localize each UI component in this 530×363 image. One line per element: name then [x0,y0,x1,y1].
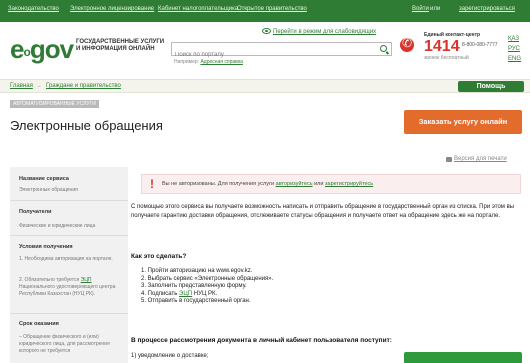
print-version-link[interactable]: Версия для печати [454,156,507,162]
lang-eng[interactable]: ENG [508,56,521,62]
step-eds-link[interactable]: ЭЦП [179,291,192,297]
lang-rus[interactable]: РУС [508,46,520,52]
phone-note: звонок бесплатный [424,55,469,61]
step-item: 5. Отправить в государственный орган. [141,298,251,305]
process-heading: В процессе рассмотрения документа в личн… [131,337,392,344]
breadcrumb-separator: → [36,83,42,89]
breadcrumb-home[interactable]: Главная [10,83,33,89]
egov-logo[interactable]: eogov [10,34,74,65]
low-vision-mode-link[interactable]: Перейти в режим для слабовидящих [273,29,376,35]
logo-tagline: ГОСУДАРСТВЕННЫЕ УСЛУГИ И ИНФОРМАЦИЯ ОНЛА… [76,39,165,52]
login-link[interactable]: Войти [412,6,429,12]
alert-register-link[interactable]: зарегистрируйтесь [325,181,373,187]
phone-number-alt: 8-800-080-7777 [462,42,498,48]
notice-item: 1) уведомление о доставке; [131,353,209,359]
service-name-heading: Название сервиса [19,176,69,182]
search-box [171,42,392,61]
condition-1: 1. Необходима авторизация на портале. [19,256,113,262]
recipients-heading: Получатели [19,209,52,215]
phone-number-main: 1414 [424,38,460,55]
exclamation-icon: ! [150,177,154,191]
order-service-button[interactable]: Заказать услугу онлайн [404,110,522,134]
or-text: или [430,6,441,12]
breadcrumb: Главная → Граждане и правительство Помощ… [0,79,530,93]
phone-icon [400,36,414,52]
search-example: Например: Адресная справка [174,59,243,65]
step-item: 2. Выбрать сервис «Электронные обращения… [141,275,274,282]
top-link-taxpayer[interactable]: Кабинет налогоплательщика [158,6,238,12]
search-icon[interactable] [380,45,387,52]
category-tag: Автоматизированные услуги [10,100,99,108]
divider [10,235,128,236]
divider [10,200,128,201]
term-heading: Срок оказания [19,321,59,327]
term-value: – Обращение физического и (или) юридичес… [19,334,110,354]
alert-login-link[interactable]: авторизуйтесь [276,181,313,187]
recipients-value: Физические и юридические лица [19,223,96,229]
step-item: 3. Заполнить представленную форму. [141,283,247,290]
top-nav-bar: Законодательство Электронное лицензирова… [0,0,530,22]
divider [10,313,128,314]
how-to-heading: Как это сделать? [131,253,187,260]
help-button[interactable]: Помощь [458,81,524,92]
register-link[interactable]: зарегистрироваться [459,6,515,12]
top-link-licensing[interactable]: Электронное лицензирование [70,6,154,12]
auth-alert: ! Вы не авторизованы. Для получения услу… [141,174,521,194]
steps-list: 1. Пройти авторизацию на www.egov.kz. 2.… [141,268,273,306]
breadcrumb-citizens[interactable]: Граждане и правительство [46,83,121,89]
step-item: 1. Пройти авторизацию на www.egov.kz. [141,268,253,274]
page-title: Электронные обращения [10,118,163,133]
eye-icon [262,28,271,34]
lang-kaz[interactable]: ҚАЗ [508,36,519,42]
conditions-heading: Условия получения [19,244,73,250]
service-info-sidebar: Название сервиса Электронные обращения П… [10,167,128,363]
printer-icon [446,157,452,162]
service-name-value: Электронные обращения [19,187,78,193]
top-link-open-government[interactable]: Открытое правительство [237,6,307,12]
header: eogov ГОСУДАРСТВЕННЫЕ УСЛУГИ И ИНФОРМАЦИ… [0,22,530,80]
service-description: С помощью этого сервиса вы получаете воз… [131,204,515,219]
auth-alert-text: Вы не авторизованы. Для получения услуги… [162,181,374,187]
action-button[interactable] [404,352,522,363]
search-example-link[interactable]: Адресная справка [200,59,242,65]
eds-link[interactable]: ЭЦП [81,277,92,283]
condition-2: 2. Обязательно требуется ЭЦП Национально… [19,277,116,297]
top-link-legislation[interactable]: Законодательство [8,6,59,12]
